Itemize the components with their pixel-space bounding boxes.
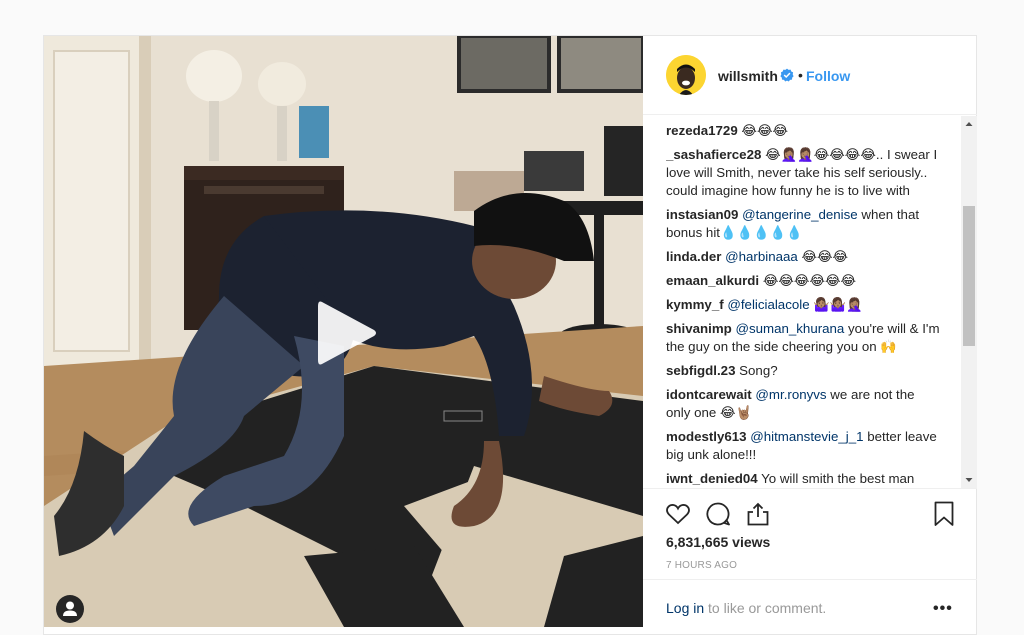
comment-text: 😂😂😂 xyxy=(741,123,789,138)
comment-username[interactable]: emaan_alkurdi xyxy=(666,273,759,288)
comment-username[interactable]: rezeda1729 xyxy=(666,123,738,138)
comment-username[interactable]: shivanimp xyxy=(666,321,732,336)
instagram-post: willsmith • Follow rezeda1729 😂😂😂 _sashaf… xyxy=(43,35,977,635)
comment-text: Yo will smith the best man xyxy=(761,471,915,486)
comment-mention[interactable]: @felicialacole xyxy=(727,297,809,312)
comment-item: shivanimp @suman_khurana you're will & I… xyxy=(666,320,941,356)
comment-username[interactable]: modestly613 xyxy=(666,429,747,444)
play-icon xyxy=(318,301,376,365)
username-link[interactable]: willsmith xyxy=(718,68,778,84)
login-link[interactable]: Log in xyxy=(666,600,704,616)
comment-mention[interactable]: @suman_khurana xyxy=(735,321,844,336)
comment-item: instasian09 @tangerine_denise when that … xyxy=(666,206,941,242)
comment-username[interactable]: idontcarewait xyxy=(666,387,752,402)
post-header: willsmith • Follow xyxy=(643,36,977,115)
comment-item: _sashafierce28 😂🤦🏽‍♀️🤦🏽‍♀️😂😂😂😂.. I swear… xyxy=(666,146,941,200)
view-count[interactable]: 6,831,665 views xyxy=(666,534,770,550)
scroll-up-button[interactable] xyxy=(961,116,977,132)
comment-text: Song? xyxy=(739,363,778,378)
comment-mention[interactable]: @tangerine_denise xyxy=(742,207,858,222)
comment-mention[interactable]: @hitmanstevie_j_1 xyxy=(750,429,863,444)
more-options-icon[interactable]: ••• xyxy=(933,600,953,618)
comment-item: modestly613 @hitmanstevie_j_1 better lea… xyxy=(666,428,941,464)
user-tag-button[interactable] xyxy=(56,595,84,623)
comment-mention[interactable]: @harbinaaa xyxy=(725,249,798,264)
share-icon[interactable] xyxy=(745,501,771,527)
comment-username[interactable]: _sashafierce28 xyxy=(666,147,761,162)
comments-list[interactable]: rezeda1729 😂😂😂 _sashafierce28 😂🤦🏽‍♀️🤦🏽‍♀️… xyxy=(666,122,941,486)
heart-icon[interactable] xyxy=(665,501,691,527)
comment-item: kymmy_f @felicialacole 🤷🏽‍♀️🤷🏽‍♀️🤦🏽‍♀️ xyxy=(666,296,941,314)
video-player[interactable] xyxy=(44,36,643,627)
avatar[interactable] xyxy=(666,55,706,95)
comment-username[interactable]: linda.der xyxy=(666,249,721,264)
play-button[interactable] xyxy=(314,298,380,368)
comment-text: 🤷🏽‍♀️🤷🏽‍♀️🤦🏽‍♀️ xyxy=(809,297,863,312)
scroll-up-arrow-icon xyxy=(965,122,973,126)
post-actions xyxy=(643,488,977,529)
comment-item: linda.der @harbinaaa 😂😂😂 xyxy=(666,248,941,266)
verified-badge-icon xyxy=(780,68,794,82)
separator-dot: • xyxy=(798,67,803,83)
post-timestamp[interactable]: 7 HOURS AGO xyxy=(666,560,737,571)
comment-item: idontcarewait @mr.ronyvs we are not the … xyxy=(666,386,941,422)
avatar-image xyxy=(666,55,706,95)
post-footer: Log in to like or comment. ••• xyxy=(643,579,977,628)
comment-username[interactable]: iwnt_denied04 xyxy=(666,471,758,486)
scroll-thumb[interactable] xyxy=(963,206,975,346)
comment-username[interactable]: sebfigdl.23 xyxy=(666,363,735,378)
bookmark-icon[interactable] xyxy=(931,501,957,527)
comment-item: emaan_alkurdi 😂😂😂😂😂😂 xyxy=(666,272,941,290)
comment-text: 😂😂😂😂😂😂 xyxy=(762,273,857,288)
comment-username[interactable]: kymmy_f xyxy=(666,297,724,312)
login-prompt-text: to like or comment. xyxy=(704,600,827,616)
post-sidebar: willsmith • Follow rezeda1729 😂😂😂 _sashaf… xyxy=(643,36,977,627)
comment-item: sebfigdl.23 Song? xyxy=(666,362,941,380)
user-tag-icon xyxy=(63,601,77,616)
comment-item: iwnt_denied04 Yo will smith the best man xyxy=(666,470,941,486)
comment-username[interactable]: instasian09 xyxy=(666,207,738,222)
comment-icon[interactable] xyxy=(705,501,731,527)
scroll-down-button[interactable] xyxy=(961,472,977,488)
scroll-down-arrow-icon xyxy=(965,478,973,482)
login-prompt: Log in to like or comment. xyxy=(666,600,826,616)
comments-scrollbar[interactable] xyxy=(961,116,977,488)
follow-button[interactable]: Follow xyxy=(806,68,850,84)
comment-item: rezeda1729 😂😂😂 xyxy=(666,122,941,140)
comment-mention[interactable]: @mr.ronyvs xyxy=(755,387,826,402)
comment-text: 😂😂😂 xyxy=(797,249,849,264)
